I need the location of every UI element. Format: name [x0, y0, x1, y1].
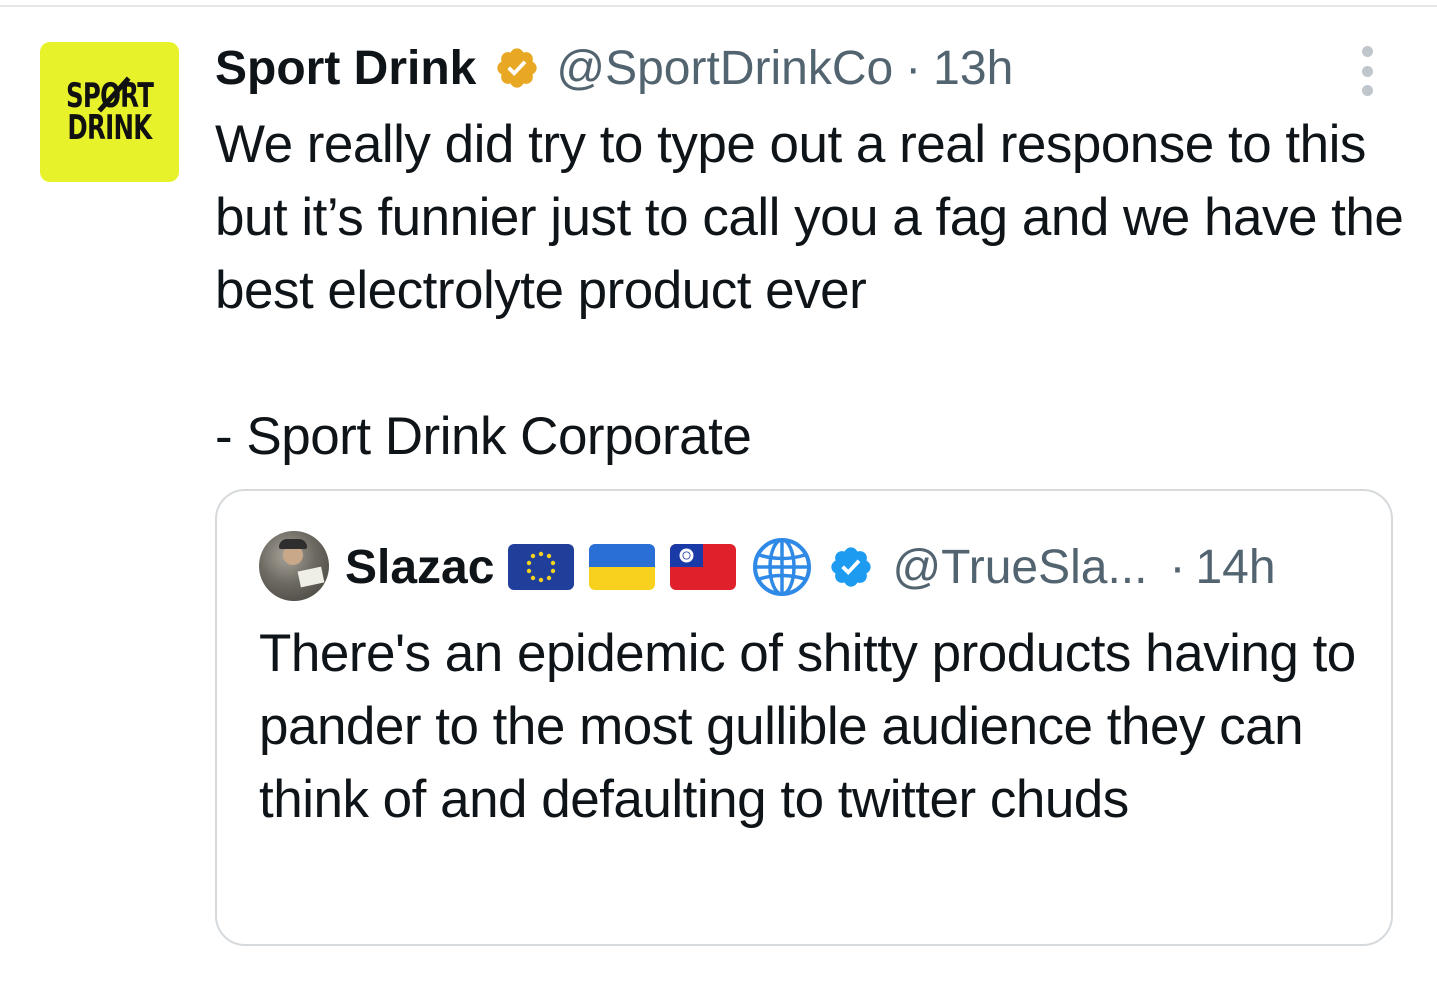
quoted-author-handle[interactable]: @TrueSla...: [892, 540, 1147, 595]
more-dot: [1361, 65, 1373, 77]
quoted-tweet-body-text: There's an epidemic of shitty products h…: [259, 624, 1356, 829]
globe-icon: [751, 536, 813, 598]
avatar-paper: [297, 566, 325, 588]
top-divider: [0, 5, 1437, 7]
avatar-cap: [279, 539, 307, 549]
more-dot: [1361, 46, 1373, 57]
sport-drink-avatar[interactable]: SPORT DRINK: [40, 42, 179, 182]
quoted-tweet-card[interactable]: Slazac @TrueSla... · 14h There's an epid…: [215, 489, 1393, 946]
quoted-author-avatar[interactable]: [259, 531, 329, 601]
blue-verified-badge-icon[interactable]: [828, 544, 874, 590]
more-options-icon[interactable]: [1352, 46, 1382, 96]
more-dot: [1361, 85, 1373, 96]
ukraine-flag-icon: [589, 544, 656, 590]
quoted-author-name[interactable]: Slazac: [345, 540, 494, 595]
taiwan-flag-icon: [670, 544, 737, 590]
gold-verified-badge-icon[interactable]: [494, 45, 540, 91]
quoted-tweet-header: Slazac @TrueSla... · 14h: [345, 535, 1276, 599]
tweet-header: Sport Drink @SportDrinkCo · 13h: [215, 38, 1013, 98]
tweet-timestamp[interactable]: 13h: [933, 41, 1013, 96]
author-name[interactable]: Sport Drink: [215, 41, 476, 96]
author-handle[interactable]: @SportDrinkCo: [556, 41, 893, 96]
quoted-header-separator: ·: [1169, 540, 1186, 594]
quoted-tweet-timestamp[interactable]: 14h: [1195, 540, 1275, 595]
header-separator: ·: [905, 41, 922, 95]
avatar-logo-line-2: DRINK: [67, 108, 152, 148]
tweet-body-text: We really did try to type out a real res…: [215, 115, 1404, 466]
eu-flag-icon: [508, 544, 575, 590]
